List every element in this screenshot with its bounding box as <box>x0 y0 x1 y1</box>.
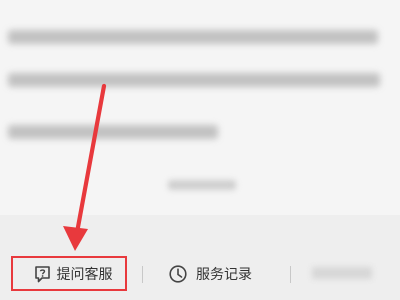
blurred-more-link[interactable] <box>168 180 236 190</box>
clock-icon <box>168 264 188 284</box>
service-records-button[interactable]: 服务记录 <box>168 262 252 286</box>
blurred-text-line-2 <box>8 73 380 87</box>
blurred-bottom-action[interactable] <box>312 267 372 279</box>
service-records-label: 服务记录 <box>196 267 252 283</box>
blurred-text-line-3 <box>8 125 218 139</box>
blurred-article-content <box>0 0 400 215</box>
bottom-bar-divider-1 <box>142 266 143 283</box>
blurred-text-line-1 <box>8 30 378 44</box>
highlight-box <box>11 256 127 291</box>
bottom-bar-divider-2 <box>290 266 291 283</box>
